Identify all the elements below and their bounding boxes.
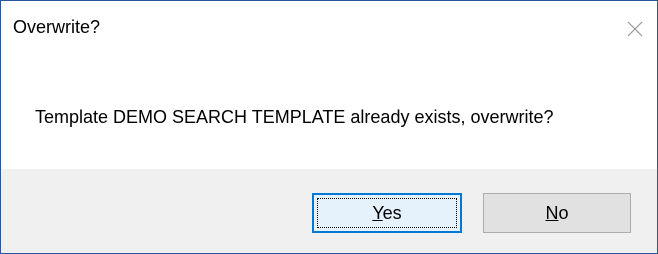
- button-bar: Yes No: [1, 169, 657, 253]
- no-button-label: No: [545, 203, 568, 224]
- yes-button-label: Yes: [372, 203, 401, 224]
- no-button[interactable]: No: [483, 193, 631, 233]
- title-bar: Overwrite?: [1, 1, 657, 59]
- dialog-title: Overwrite?: [13, 17, 101, 37]
- dialog-message: Template DEMO SEARCH TEMPLATE already ex…: [35, 107, 554, 127]
- yes-accelerator: Y: [372, 202, 383, 223]
- close-button[interactable]: [621, 15, 649, 43]
- close-icon: [627, 21, 643, 37]
- no-label-rest: o: [558, 202, 569, 223]
- overwrite-dialog: Overwrite? Template DEMO SEARCH TEMPLATE…: [0, 0, 658, 254]
- yes-label-rest: es: [382, 202, 402, 223]
- yes-button[interactable]: Yes: [312, 193, 462, 233]
- dialog-content: Template DEMO SEARCH TEMPLATE already ex…: [1, 59, 657, 169]
- no-accelerator: N: [545, 202, 559, 223]
